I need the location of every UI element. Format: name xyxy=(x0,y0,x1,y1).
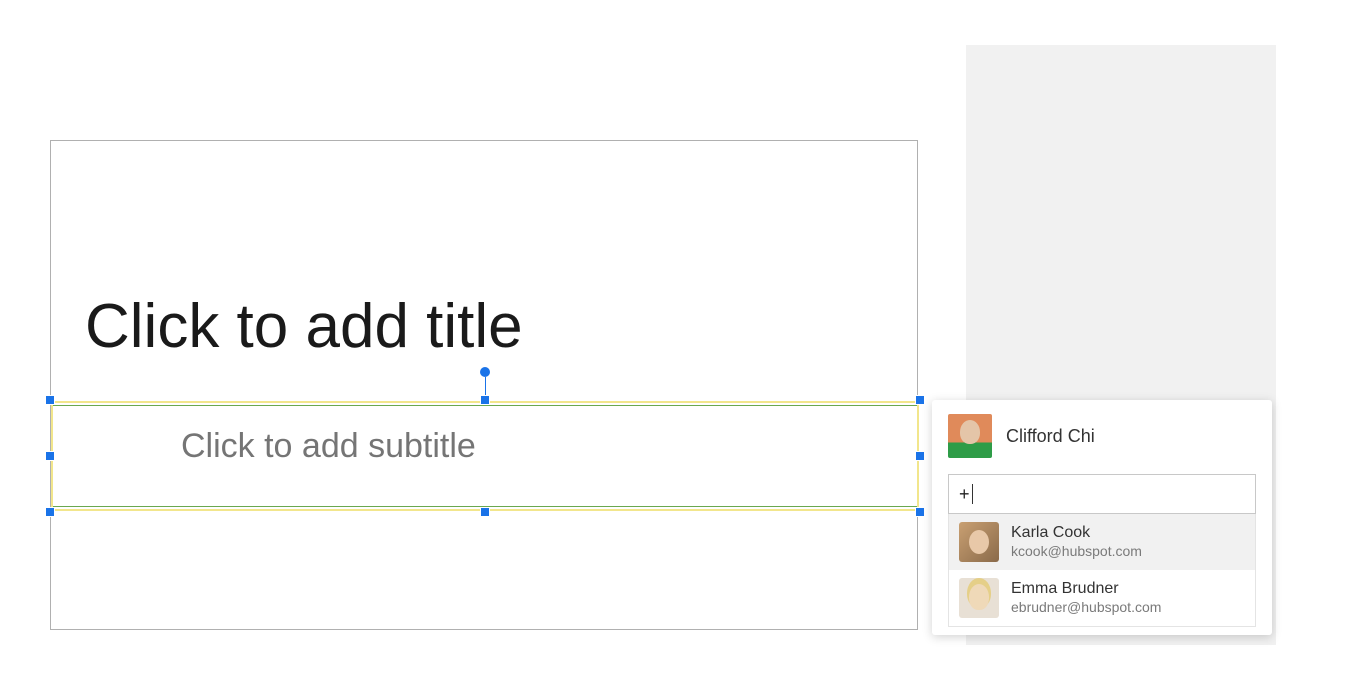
suggestion-name: Karla Cook xyxy=(1011,523,1142,543)
suggestion-name: Emma Brudner xyxy=(1011,579,1161,599)
resize-handle-bottom-left[interactable] xyxy=(45,507,55,517)
comment-header: Clifford Chi xyxy=(932,400,1272,468)
subtitle-textbox[interactable]: Click to add subtitle xyxy=(51,401,919,511)
avatar xyxy=(948,414,992,458)
rotate-connector xyxy=(485,377,486,397)
comment-input[interactable]: + xyxy=(948,474,1256,514)
resize-handle-top-right[interactable] xyxy=(915,395,925,405)
resize-handle-top-left[interactable] xyxy=(45,395,55,405)
suggestion-info: Emma Brudner ebrudner@hubspot.com xyxy=(1011,579,1161,617)
suggestion-email: ebrudner@hubspot.com xyxy=(1011,599,1161,617)
mention-suggestion-item[interactable]: Karla Cook kcook@hubspot.com xyxy=(949,514,1255,570)
text-caret xyxy=(972,484,973,504)
rotate-handle[interactable] xyxy=(480,367,490,377)
resize-handle-bottom-middle[interactable] xyxy=(480,507,490,517)
avatar xyxy=(959,578,999,618)
resize-handle-middle-right[interactable] xyxy=(915,451,925,461)
subtitle-placeholder[interactable]: Click to add subtitle xyxy=(181,427,476,466)
comment-popup: Clifford Chi + Karla Cook kcook@hubspot.… xyxy=(932,400,1272,635)
suggestion-info: Karla Cook kcook@hubspot.com xyxy=(1011,523,1142,561)
slide-canvas[interactable]: Click to add title Click to add subtitle xyxy=(50,140,918,630)
comment-input-value: + xyxy=(959,484,970,505)
resize-handle-middle-left[interactable] xyxy=(45,451,55,461)
mention-suggestion-item[interactable]: Emma Brudner ebrudner@hubspot.com xyxy=(949,570,1255,626)
avatar xyxy=(959,522,999,562)
title-placeholder[interactable]: Click to add title xyxy=(85,291,885,362)
suggestion-email: kcook@hubspot.com xyxy=(1011,543,1142,561)
resize-handle-top-middle[interactable] xyxy=(480,395,490,405)
mention-suggestion-list: Karla Cook kcook@hubspot.com Emma Brudne… xyxy=(948,514,1256,627)
resize-handle-bottom-right[interactable] xyxy=(915,507,925,517)
comment-author-name: Clifford Chi xyxy=(1006,426,1095,447)
